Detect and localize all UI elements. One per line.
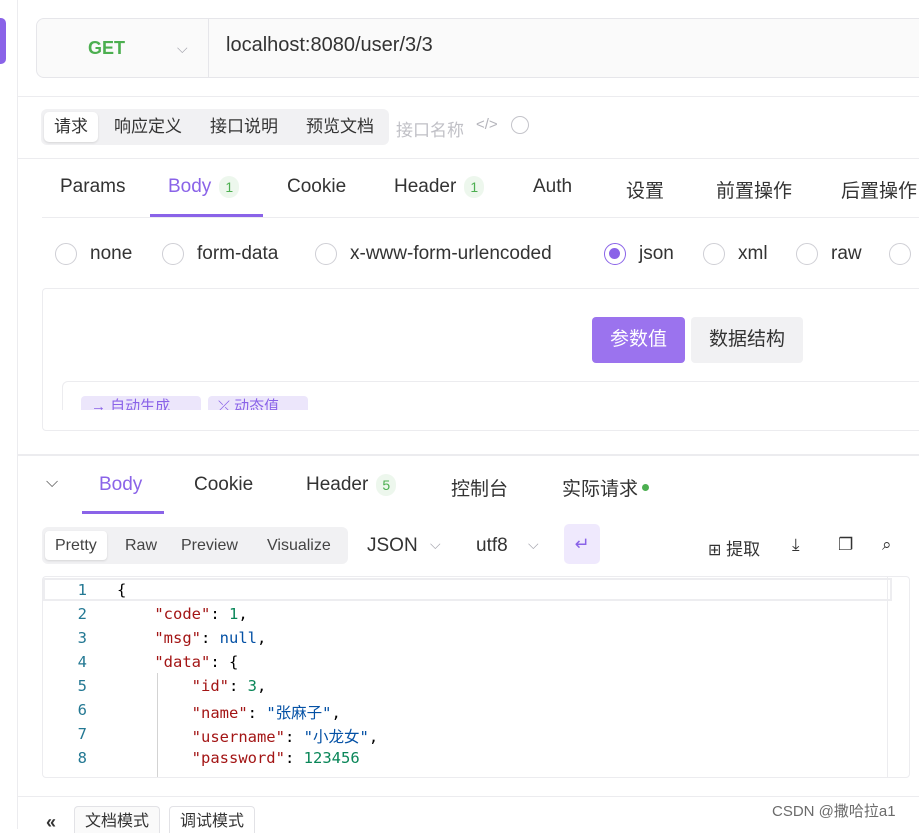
search-icon[interactable]: ⌕ — [882, 535, 892, 555]
tab-preview[interactable]: Preview — [171, 531, 248, 560]
left-sidebar-strip — [0, 0, 18, 829]
radio-xml[interactable] — [703, 243, 725, 265]
header-count-badge: 1 — [464, 176, 485, 198]
chevron-down-icon: ⌵ — [177, 39, 188, 56]
watermark: CSDN @撒哈拉a1 — [772, 803, 896, 820]
current-line-highlight — [43, 578, 892, 601]
tab-request[interactable]: 请求 — [44, 112, 98, 142]
response-divider[interactable] — [18, 454, 919, 456]
api-name-input[interactable]: 接口名称 — [396, 116, 464, 141]
code-line: "password": 123456 — [191, 749, 360, 767]
format-select[interactable]: JSON — [367, 535, 418, 557]
line-number: 4 — [77, 653, 87, 671]
line-number: 6 — [77, 701, 87, 719]
radio-label-xml: xml — [738, 243, 768, 264]
tab-raw[interactable]: Raw — [115, 531, 167, 560]
radio-urlencoded[interactable] — [315, 243, 337, 265]
extract-icon: ⊞ — [708, 542, 722, 559]
tab-console[interactable]: 控制台 — [451, 474, 508, 501]
extract-button[interactable]: ⊞ 提取 — [708, 535, 760, 560]
body-count-badge: 1 — [219, 176, 240, 198]
line-number: 1 — [77, 581, 87, 599]
code-line: "username": "小龙女", — [191, 728, 379, 746]
radio-form-data[interactable] — [162, 243, 184, 265]
tab-api-description[interactable]: 接口说明 — [200, 112, 288, 142]
data-structure-button[interactable]: 数据结构 — [691, 317, 804, 363]
param-values-button[interactable]: 参数值 — [592, 317, 686, 363]
tab-post-actions[interactable]: 后置操作 — [841, 176, 917, 203]
chevron-down-icon: ⌵ — [430, 536, 441, 552]
view-mode-tabs: Pretty Raw Preview Visualize — [42, 527, 348, 564]
code-line: "name": "张麻子", — [191, 704, 341, 722]
method-select[interactable]: GET ⌵ — [52, 30, 202, 66]
line-number: 8 — [77, 749, 87, 767]
divider — [18, 158, 919, 159]
collapse-chevron-icon[interactable]: ⌵ — [46, 474, 58, 492]
wrap-lines-icon[interactable]: ↵ — [564, 524, 600, 564]
radio-label-raw: raw — [831, 243, 862, 264]
encoding-select[interactable]: utf8 — [476, 535, 508, 557]
tab-response-body[interactable]: Body — [99, 474, 142, 496]
dynamic-value-button[interactable]: ⤫ 动态值 — [208, 396, 308, 410]
radio-raw[interactable] — [796, 243, 818, 265]
active-tab-underline — [82, 511, 164, 514]
code-line: "data": { — [154, 653, 239, 671]
response-header-badge: 5 — [376, 474, 397, 496]
sidebar-active-marker — [0, 18, 6, 64]
code-line: "code": 1, — [154, 605, 248, 623]
response-code-viewer[interactable]: 1 { 2 "code": 1, 3 "msg": null, 4 "data"… — [42, 576, 910, 778]
radio-label-none: none — [90, 243, 133, 264]
tab-cookie[interactable]: Cookie — [287, 176, 346, 198]
radio-none[interactable] — [55, 243, 77, 265]
radio-binary[interactable] — [889, 243, 911, 265]
line-number: 2 — [77, 605, 87, 623]
url-divider — [208, 19, 209, 77]
history-icon[interactable] — [511, 116, 529, 134]
radio-json[interactable] — [604, 243, 626, 265]
line-number: 5 — [77, 677, 87, 695]
download-icon[interactable]: ⤓ — [792, 535, 800, 555]
radio-label-form-data: form-data — [197, 243, 279, 264]
bottom-divider — [18, 796, 919, 797]
tab-actual-request[interactable]: 实际请求 — [562, 474, 650, 501]
doc-mode-tabs: 请求 响应定义 接口说明 预览文档 — [41, 109, 389, 145]
method-label: GET — [88, 37, 126, 58]
tab-params[interactable]: Params — [60, 176, 125, 198]
tab-settings[interactable]: 设置 — [626, 176, 664, 203]
tab-response-header[interactable]: Header 5 — [306, 474, 397, 496]
tab-preview-doc[interactable]: 预览文档 — [296, 112, 384, 142]
tab-header[interactable]: Header 1 — [394, 176, 485, 198]
line-number: 3 — [77, 629, 87, 647]
tab-pre-actions[interactable]: 前置操作 — [716, 176, 792, 203]
tab-response-definition[interactable]: 响应定义 — [104, 112, 192, 142]
tab-auth[interactable]: Auth — [533, 176, 572, 198]
tab-pretty[interactable]: Pretty — [45, 531, 107, 560]
chevron-down-icon: ⌵ — [528, 536, 539, 552]
scrollbar-track[interactable] — [887, 577, 888, 777]
copy-icon[interactable]: ❐ — [838, 535, 853, 555]
code-line: "id": 3, — [191, 677, 267, 695]
radio-label-urlencoded: x-www-form-urlencoded — [350, 243, 552, 264]
divider — [18, 96, 919, 97]
code-line: { — [117, 581, 127, 599]
radio-label-json: json — [639, 243, 674, 264]
divider — [42, 217, 919, 218]
auto-generate-button[interactable]: → 自动生成 — [81, 396, 201, 410]
code-icon[interactable]: </> — [476, 116, 498, 133]
tab-response-cookie[interactable]: Cookie — [194, 474, 253, 496]
tab-body[interactable]: Body 1 — [168, 176, 240, 198]
url-input[interactable]: localhost:8080/user/3/3 — [226, 34, 433, 57]
code-line: "msg": null, — [154, 629, 267, 647]
collapse-left-icon[interactable]: « — [46, 812, 56, 833]
line-number: 7 — [77, 725, 87, 743]
tab-visualize[interactable]: Visualize — [257, 531, 341, 560]
status-dot — [642, 484, 650, 492]
